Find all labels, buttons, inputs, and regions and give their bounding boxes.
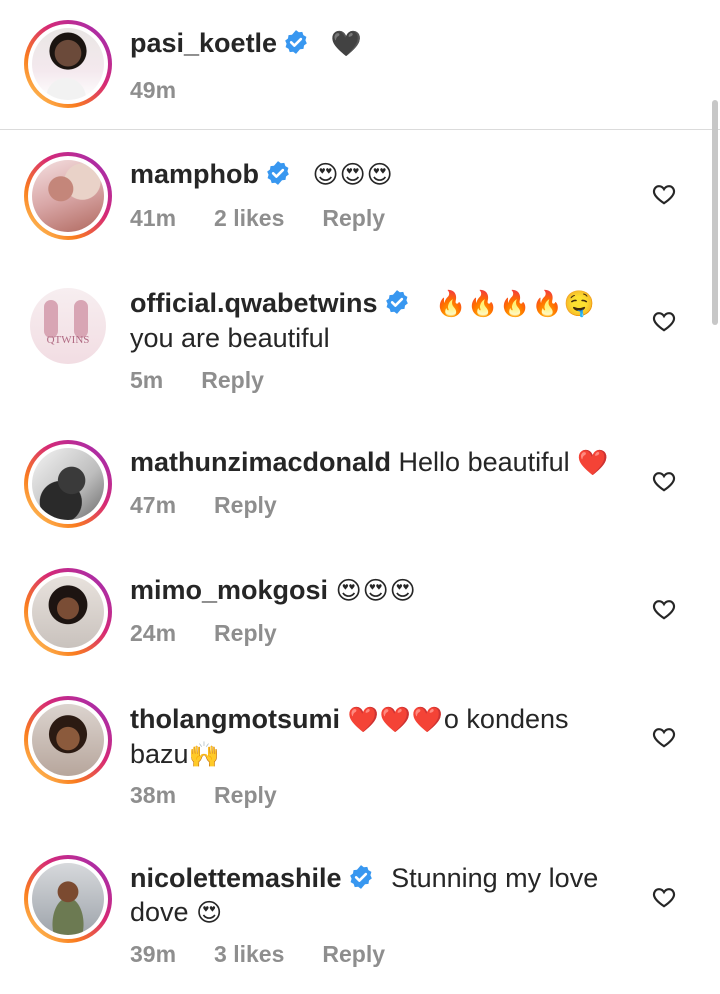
avatar[interactable] [24, 696, 112, 784]
comment-time: 38m [130, 782, 177, 808]
comment-emoji: ❤️ [577, 448, 610, 477]
comment-item: tholangmotsumi ❤️❤️❤️o kondens bazu🙌 38m… [0, 690, 720, 845]
reply-button[interactable]: Reply [214, 782, 277, 808]
verified-badge-icon [349, 865, 372, 889]
comment-emoji2: 🙌 [188, 740, 221, 769]
heart-outline-icon[interactable] [651, 181, 677, 207]
comment-meta: 39m 3 likes Reply [130, 941, 423, 968]
avatar[interactable]: QTWINS [24, 282, 112, 370]
heart-outline-icon[interactable] [651, 596, 677, 622]
reply-button[interactable]: Reply [214, 620, 277, 646]
comment-time: 39m [130, 941, 177, 967]
caption-time: 49m [130, 77, 177, 103]
heart-outline-icon[interactable] [651, 884, 677, 910]
avatar-logo-text: QTWINS [46, 334, 90, 346]
comment-time: 5m [130, 367, 164, 393]
comment-meta: 24m Reply [130, 620, 315, 647]
caption-meta: 49m [130, 77, 214, 104]
comment-text: you are beautiful [130, 323, 330, 353]
comment-time: 24m [130, 620, 177, 646]
verified-badge-icon [385, 290, 408, 314]
heart-outline-icon[interactable] [651, 468, 677, 494]
avatar[interactable] [24, 440, 112, 528]
comment-text-line2: bazu [130, 739, 189, 769]
scrollbar[interactable] [712, 100, 718, 325]
comment-text: Hello beautiful [398, 447, 570, 477]
verified-badge-icon [285, 30, 307, 54]
comment-emoji: ❤️❤️❤️ [347, 705, 444, 734]
caption-emoji: 🖤 [330, 29, 363, 58]
comment-emoji: 😍😍😍 [335, 576, 417, 605]
comment-meta: 5m Reply [130, 367, 302, 394]
heart-outline-icon[interactable] [651, 724, 677, 750]
comment-text: Stunning my love [391, 863, 599, 893]
comment-username[interactable]: tholangmotsumi [130, 704, 340, 734]
avatar[interactable] [24, 568, 112, 656]
reply-button[interactable]: Reply [214, 492, 277, 518]
avatar[interactable] [24, 20, 112, 108]
comment-item: mathunzimacdonald Hello beautiful ❤️ 47m… [0, 425, 720, 560]
avatar[interactable] [24, 152, 112, 240]
comment-likes[interactable]: 3 likes [214, 941, 284, 967]
avatar[interactable] [24, 855, 112, 943]
comment-username[interactable]: mamphob [130, 159, 259, 189]
comment-item: nicolettemashile Stunning my love dove 😍… [0, 845, 720, 994]
comment-time: 41m [130, 205, 177, 231]
comment-username[interactable]: nicolettemashile [130, 863, 342, 893]
comment-likes[interactable]: 2 likes [214, 205, 284, 231]
comment-meta: 38m Reply [130, 782, 315, 809]
comment-emoji: 🔥🔥🔥🔥🤤 [435, 289, 596, 318]
comment-meta: 41m 2 likes Reply [130, 205, 423, 232]
comment-text: o kondens [443, 704, 569, 734]
verified-badge-icon [267, 161, 289, 185]
comment-item: QTWINS official.qwabetwins 🔥🔥🔥🔥🤤 you are… [0, 260, 720, 425]
reply-button[interactable]: Reply [322, 941, 385, 967]
comment-username[interactable]: mathunzimacdonald [130, 447, 391, 477]
comment-emoji: 😍 [196, 898, 224, 927]
comment-item: mimo_mokgosi 😍😍😍 24m Reply [0, 560, 720, 690]
comment-username[interactable]: official.qwabetwins [130, 288, 378, 318]
heart-outline-icon[interactable] [651, 308, 677, 334]
caption-username[interactable]: pasi_koetle [130, 28, 277, 58]
comment-username[interactable]: mimo_mokgosi [130, 575, 328, 605]
reply-button[interactable]: Reply [322, 205, 385, 231]
comment-item: mamphob 😍😍😍 41m 2 likes Reply [0, 130, 720, 260]
post-caption: pasi_koetle 🖤 49m [0, 0, 720, 130]
comment-text-line2: dove [130, 897, 189, 927]
reply-button[interactable]: Reply [201, 367, 264, 393]
comment-emoji: 😍😍😍 [312, 160, 394, 189]
comment-meta: 47m Reply [130, 492, 315, 519]
comment-time: 47m [130, 492, 177, 518]
